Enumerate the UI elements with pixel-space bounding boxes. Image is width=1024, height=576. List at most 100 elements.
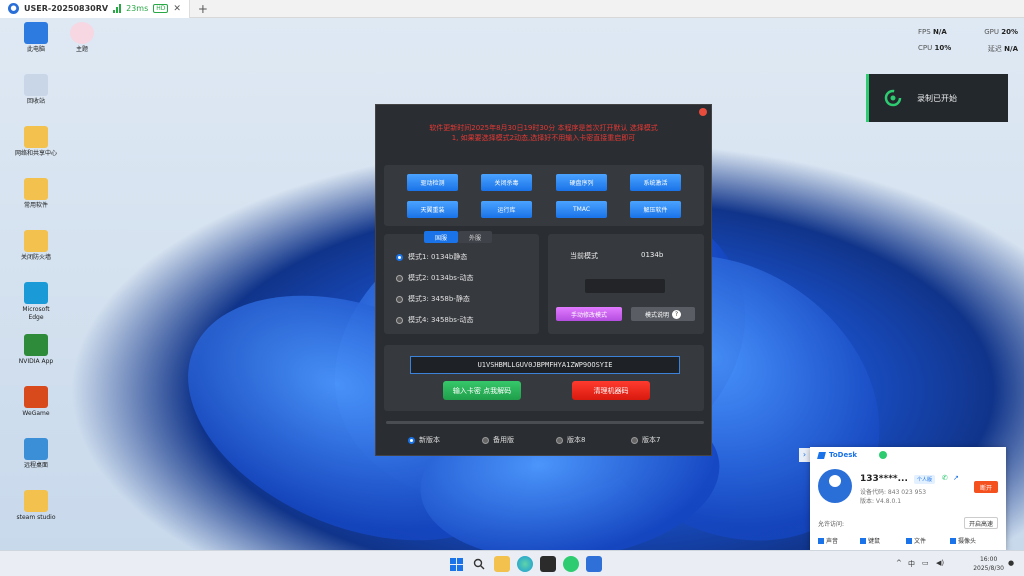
version-option[interactable]: 版本7	[631, 435, 660, 445]
version-label: 版本7	[642, 436, 661, 444]
mode-option-label: 模式1: 0134b静态	[408, 253, 468, 261]
clean-machine-code-button[interactable]: 清理机器码	[572, 381, 650, 400]
app-icon	[24, 438, 48, 460]
manual-mode-button[interactable]: 手动修改模式	[556, 307, 622, 321]
desktop-icon[interactable]: 远程桌面	[14, 438, 58, 470]
desktop-icon[interactable]: 回收站	[14, 74, 58, 106]
latency-label: 延迟	[987, 45, 1002, 53]
desktop-icon-theme[interactable]: 主题	[60, 22, 104, 54]
mode-option[interactable]: 模式3: 3458b-静态	[396, 294, 470, 304]
tool-button[interactable]: 系统激活	[630, 174, 681, 191]
code-input[interactable]	[410, 356, 680, 374]
update-notice: 软件更新时间2025年8月30日19时30分 本程序是首次打开默认 选择模式 1…	[376, 123, 711, 143]
permission-checkbox[interactable]: 键鼠	[860, 536, 880, 545]
tool-button[interactable]: 运行库	[481, 201, 532, 218]
permission-checkbox[interactable]: 文件	[906, 536, 926, 545]
desktop-icon[interactable]: 关闭防火墙	[14, 230, 58, 262]
checkbox-icon	[950, 537, 956, 544]
cpu-label: CPU	[918, 44, 933, 52]
desktop-icon-label: NVIDIA App	[18, 358, 54, 365]
remote-client-bar: ● USER-20250830RV 23ms HD ✕ +	[0, 0, 1024, 18]
tool-button[interactable]: 硬盘序列	[556, 174, 607, 191]
desktop-icon[interactable]: 此电脑	[14, 22, 58, 54]
add-tab-button[interactable]: +	[190, 2, 216, 16]
app-icon	[24, 178, 48, 200]
phone-icon[interactable]: ✆	[942, 474, 948, 482]
file-explorer-icon[interactable]	[494, 556, 510, 572]
current-mode-label: 当前模式	[570, 252, 598, 260]
version-option[interactable]: 新版本	[408, 435, 440, 445]
permission-checkbox[interactable]: 摄像头	[950, 536, 976, 545]
desktop-icon[interactable]: steam studio	[14, 490, 58, 522]
mode-option[interactable]: 模式2: 0134bs-动态	[396, 273, 473, 283]
tool-button[interactable]: 解压软件	[630, 201, 681, 218]
avatar-icon	[70, 22, 94, 44]
mode-option[interactable]: 模式4: 3458bs-动态	[396, 315, 473, 325]
disconnect-button[interactable]: 断开	[974, 481, 998, 493]
tab-overseas[interactable]: 外服	[458, 231, 492, 243]
desktop-icon[interactable]: WeGame	[14, 386, 58, 418]
close-tab-button[interactable]: ✕	[173, 4, 181, 14]
record-icon	[884, 89, 902, 107]
radio-icon	[631, 436, 638, 444]
network-icon[interactable]: ▭	[922, 559, 929, 567]
edge-icon[interactable]	[517, 556, 533, 572]
close-window-button[interactable]	[699, 108, 707, 116]
version-label: 备用版	[493, 436, 514, 444]
radio-icon	[408, 436, 415, 444]
version-option[interactable]: 备用版	[482, 435, 514, 445]
start-icon[interactable]	[448, 556, 464, 572]
desktop-icon[interactable]: NVIDIA App	[14, 334, 58, 366]
app-icon	[24, 334, 48, 356]
desktop-icon-label: 网络和共享中心	[14, 150, 57, 157]
wegame-icon[interactable]	[540, 556, 556, 572]
desktop-icon-label: 关闭防火墙	[20, 254, 51, 261]
divider	[386, 421, 704, 424]
tray-overflow-icon[interactable]: ^	[896, 559, 902, 567]
signal-icon	[113, 4, 122, 13]
tab-domestic[interactable]: 国服	[424, 231, 458, 243]
latency-value: N/A	[1004, 45, 1018, 53]
version-option[interactable]: 版本8	[556, 435, 585, 445]
remote-desktop-icon[interactable]	[586, 556, 602, 572]
collapse-arrow-icon[interactable]: ›	[799, 448, 810, 462]
recorder-icon[interactable]	[563, 556, 579, 572]
cpu-value: 10%	[934, 44, 952, 52]
session-tab[interactable]: ● USER-20250830RV 23ms HD ✕	[0, 0, 190, 18]
version-label: 新版本	[419, 436, 440, 444]
code-panel	[384, 345, 704, 411]
notification-icon[interactable]: ●	[1008, 559, 1014, 567]
app-icon	[24, 230, 48, 252]
high-speed-button[interactable]: 开启高速	[964, 517, 998, 529]
fps-label: FPS	[918, 28, 931, 36]
share-icon[interactable]: ↗	[953, 474, 959, 482]
enter-code-button[interactable]: 输入卡密 点我解码	[443, 381, 521, 400]
notice-line-2: 1, 如果要选择模式2动态,选择好不用输入卡密直接重启即可	[451, 134, 636, 142]
tool-button[interactable]: 天翼重装	[407, 201, 458, 218]
clock[interactable]: 16:00 2025/8/30	[973, 555, 1004, 573]
desktop-icon-label: 主题	[75, 46, 88, 53]
device-code: 设备代码: 843 023 953	[860, 489, 927, 496]
desktop-icon[interactable]: 网络和共享中心	[14, 126, 58, 158]
permission-checkbox[interactable]: 声音	[818, 536, 838, 545]
mode-option-label: 模式3: 3458b-静态	[408, 295, 470, 303]
radio-icon	[482, 436, 489, 444]
radio-icon	[396, 274, 403, 282]
desktop-icon[interactable]: Microsoft Edge	[14, 282, 58, 322]
desktop-icon-label: WeGame	[22, 410, 50, 417]
mode-option[interactable]: 模式1: 0134b静态	[396, 252, 467, 262]
volume-icon[interactable]: ◀)	[936, 559, 944, 567]
tool-button[interactable]: TMAC	[556, 201, 607, 218]
mode-help-button[interactable]: 模式说明 ?	[631, 307, 695, 321]
search-icon[interactable]	[471, 556, 487, 572]
ime-indicator[interactable]: 中	[908, 559, 915, 569]
quality-badge[interactable]: HD	[153, 4, 169, 13]
todesk-header: ToDesk	[810, 447, 1006, 463]
tool-button[interactable]: 驱动检测	[407, 174, 458, 191]
clock-time: 16:00	[979, 556, 998, 563]
toast-text: 录制已开始	[917, 93, 957, 103]
tool-button[interactable]: 关闭杀毒	[481, 174, 532, 191]
desktop-icon[interactable]: 常用软件	[14, 178, 58, 210]
checkbox-icon	[818, 537, 824, 544]
region-tabs: 国服 外服	[424, 231, 492, 243]
